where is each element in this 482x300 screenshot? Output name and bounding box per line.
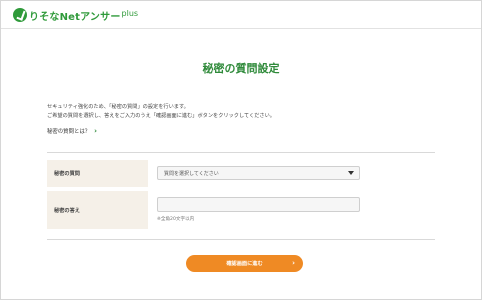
question-select[interactable]: 質問を選択してください	[157, 166, 360, 180]
intro-line-2: ご希望の質問を選択し、答えをご入力のうえ「確認画面に進む」ボタンをクリックしてく…	[47, 113, 275, 119]
chevron-right-icon: ›	[292, 259, 295, 267]
brand-logo[interactable]: りそなNetアンサー plus	[13, 7, 138, 23]
divider-top	[47, 152, 435, 153]
question-label: 秘密の質問	[54, 171, 80, 177]
proceed-to-confirm-button[interactable]: 確認画面に進む ›	[186, 255, 303, 272]
page-title: 秘密の質問設定	[202, 62, 280, 75]
help-link-label: 秘密の質問とは？	[47, 129, 91, 135]
answer-length-note: ※全角20文字以内	[157, 217, 195, 222]
answer-input[interactable]	[157, 197, 360, 212]
question-label-cell: 秘密の質問	[47, 160, 148, 187]
dropdown-caret-icon	[348, 171, 354, 175]
intro-line-1: セキュリティ強化のため、「秘密の質問」の設定を行います。	[47, 104, 189, 110]
brand-mark-icon	[13, 8, 27, 22]
answer-label: 秘密の答え	[54, 207, 80, 214]
brand-logo-text: りそなNetアンサー	[29, 11, 121, 23]
brand-logo-plus: plus	[121, 8, 139, 18]
intro-text: セキュリティ強化のため、「秘密の質問」の設定を行います。 ご希望の質問を選択し、…	[47, 103, 437, 121]
secret-question-help-link[interactable]: 秘密の質問とは？ ›	[47, 127, 97, 135]
answer-label-cell: 秘密の答え	[47, 191, 148, 229]
divider-bottom	[47, 239, 435, 240]
submit-label: 確認画面に進む	[226, 261, 263, 267]
question-select-value: 質問を選択してください	[164, 170, 219, 177]
chevron-right-icon: ›	[94, 127, 98, 135]
header: りそなNetアンサー plus	[1, 1, 481, 29]
